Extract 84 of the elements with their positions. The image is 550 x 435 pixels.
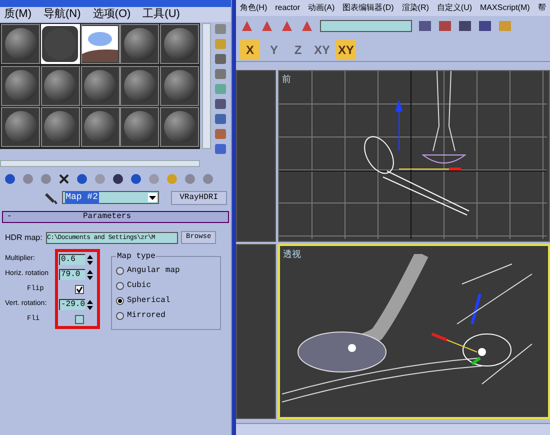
menu-item[interactable]: 质(M): [4, 6, 32, 23]
flip-checkbox[interactable]: [75, 315, 84, 324]
tool-icon[interactable]: [214, 54, 227, 64]
material-slot[interactable]: [40, 107, 80, 148]
rollout-header[interactable]: - Parameters: [2, 211, 229, 223]
viewport-label: 透视: [283, 248, 301, 261]
radio-label: Spherical: [127, 294, 170, 306]
menu-item[interactable]: 动画(A): [308, 2, 335, 14]
tool-icon[interactable]: [458, 19, 472, 33]
sphere-icon: [162, 68, 198, 104]
tool-icon[interactable]: [438, 19, 452, 33]
check-icon: [76, 286, 83, 293]
menu-item[interactable]: 渲染(R): [402, 2, 429, 14]
sky-preview-icon: [82, 26, 118, 62]
radio-button[interactable]: [116, 312, 124, 320]
menu-item[interactable]: 角色(H): [240, 2, 268, 14]
axis-constraint-button[interactable]: X: [240, 40, 260, 60]
sphere-icon: [122, 26, 158, 62]
vertical-scrollbar[interactable]: [202, 23, 211, 149]
sphere-icon: [2, 26, 38, 62]
menu-item[interactable]: 工具(U): [142, 6, 180, 23]
tool-icon[interactable]: [130, 173, 142, 185]
menu-item[interactable]: 图表编辑器(D): [342, 2, 394, 14]
spinner-arrows-icon[interactable]: [87, 270, 93, 280]
flip-checkbox[interactable]: [75, 285, 84, 294]
map-type-button[interactable]: VRayHDRI: [170, 190, 227, 204]
delete-icon[interactable]: [58, 173, 70, 185]
material-slot[interactable]: [120, 66, 160, 106]
material-slot[interactable]: [80, 24, 120, 64]
sphere-icon: [122, 68, 158, 104]
tool-icon[interactable]: [214, 144, 227, 154]
menu-item[interactable]: reactor: [275, 2, 300, 14]
tool-icon[interactable]: [418, 19, 432, 33]
material-slot[interactable]: [160, 107, 200, 148]
sphere-icon: [82, 68, 118, 104]
radio-label: Angular map: [127, 264, 180, 276]
material-slot[interactable]: [80, 107, 120, 148]
radio-button[interactable]: [116, 282, 124, 290]
field-label: HDR map:: [5, 232, 43, 244]
group-title: Map type: [116, 251, 156, 263]
viewport[interactable]: 前: [278, 70, 550, 242]
material-slot[interactable]: [40, 24, 80, 64]
tool-icon[interactable]: [4, 173, 16, 185]
sphere-icon: [42, 26, 78, 62]
menu-item[interactable]: 导航(N): [44, 6, 81, 23]
sphere-icon: [42, 68, 78, 104]
spinner-field[interactable]: 0.6: [59, 254, 85, 265]
snap-icon[interactable]: [240, 19, 254, 33]
radio-button[interactable]: [116, 296, 124, 304]
menu-item[interactable]: 自定义(U): [436, 2, 472, 14]
material-slot[interactable]: [80, 66, 120, 106]
map-name-dropdown[interactable]: Map #2: [62, 191, 159, 204]
spinner-arrows-icon[interactable]: [87, 300, 93, 310]
eyedropper-icon[interactable]: [44, 190, 58, 204]
selection-set-dropdown[interactable]: [320, 20, 412, 32]
radio-label: Cubic: [127, 280, 152, 292]
spinner-field[interactable]: 79.0: [59, 269, 85, 280]
viewport[interactable]: 透视: [278, 244, 550, 419]
material-slot[interactable]: [120, 107, 160, 148]
snap-icon[interactable]: [300, 19, 314, 33]
viewport-label: 前: [282, 73, 291, 86]
tool-icon[interactable]: [214, 99, 227, 109]
collapse-sign: -: [6, 211, 13, 223]
menu-item[interactable]: MAXScript(M): [480, 2, 530, 14]
rollout-title: Parameters: [83, 211, 132, 223]
spinner-arrows-icon[interactable]: [87, 254, 93, 264]
tool-icon[interactable]: [76, 173, 88, 185]
spinner-field[interactable]: -29.0: [59, 299, 85, 310]
snap-icon[interactable]: [280, 19, 294, 33]
material-slot[interactable]: [160, 66, 200, 106]
menu-item[interactable]: 帮: [538, 2, 546, 14]
tool-icon[interactable]: [478, 19, 492, 33]
radio-button[interactable]: [116, 266, 124, 274]
tool-icon[interactable]: [214, 114, 227, 124]
horizontal-scrollbar[interactable]: [0, 160, 200, 167]
radio-label: Mirrored: [127, 310, 166, 322]
axis-constraint-button[interactable]: XY: [336, 40, 356, 60]
dropdown-arrow-icon[interactable]: [148, 193, 157, 202]
sphere-icon: [162, 26, 198, 62]
snap-icon[interactable]: [260, 19, 274, 33]
sphere-icon: [2, 68, 38, 104]
material-slot[interactable]: [40, 66, 80, 106]
tool-icon[interactable]: [112, 173, 124, 185]
menu-item[interactable]: 选项(O): [92, 6, 131, 23]
